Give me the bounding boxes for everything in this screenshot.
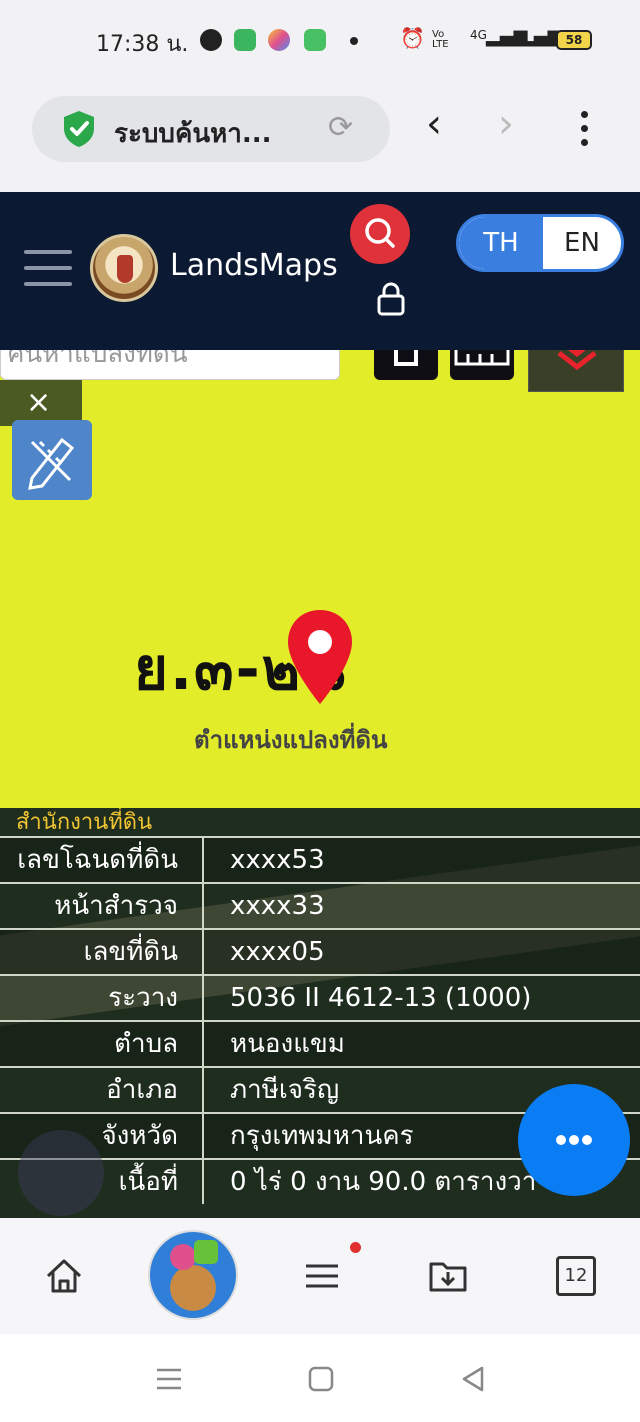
pencil-ruler-icon [28,437,75,490]
info-row-sheet: ระวาง 5036 II 4612-13 (1000) [0,974,640,1020]
downloads-folder-icon[interactable] [428,1256,468,1296]
alarm-icon: ⏰ [400,26,425,50]
ruler-icon [454,350,510,366]
recents-icon[interactable] [154,1364,184,1394]
parcel-caption: ตำแหน่งแปลงที่ดิน [194,726,388,754]
info-value: กรุงเทพมหานคร [230,1121,414,1151]
info-value: 0 ไร่ 0 งาน 90.0 ตารางวา [230,1167,537,1197]
info-label: หน้าสำรวจ [0,884,204,928]
info-label: อำเภอ [0,1068,204,1112]
info-value: xxxx53 [230,845,325,875]
info-row-land-no: เลขที่ดิน xxxx05 [0,928,640,974]
info-row-deed-no: เลขโฉนดที่ดิน xxxx53 [0,836,640,882]
back-button[interactable]: ‹ [426,104,442,144]
address-bar[interactable]: ระบบค้นหา... ⟳ [32,96,390,162]
map-view[interactable]: ค้นหาแปลงที่ดิน × ย.๓-๒๘ ตำแหน่งแปลงที่ด… [0,350,640,810]
tabs-count: 12 [564,1265,588,1286]
search-button[interactable] [350,204,410,264]
info-label: เลขโฉนดที่ดิน [0,838,204,882]
home-icon[interactable] [44,1256,84,1296]
hamburger-menu-icon[interactable] [24,250,72,288]
menu-badge-dot [350,1242,361,1253]
search-icon [365,218,395,248]
draw-tool-button[interactable] [12,420,92,500]
promo-game-avatar[interactable] [148,1230,238,1320]
info-value: หนองแขม [230,1029,345,1059]
lock-icon[interactable] [376,280,406,318]
more-menu-icon[interactable] [570,108,598,148]
parcel-search-input[interactable]: ค้นหาแปลงที่ดิน [0,350,340,380]
info-label: ระวาง [0,976,204,1020]
department-seal-logo [90,234,158,302]
map-tool-button[interactable] [374,350,438,380]
lang-en-button[interactable]: EN [543,217,621,269]
layers-button[interactable] [528,350,624,392]
info-button[interactable] [18,1130,104,1216]
info-label: เลขที่ดิน [0,930,204,974]
reload-icon[interactable]: ⟳ [328,110,353,145]
notification-dot-icon [350,37,358,45]
site-header: LandsMaps TH EN [0,192,640,350]
bottom-toolbar: 12 [0,1218,640,1334]
dot-icon [569,1135,579,1145]
page-title: ระบบค้นหา... [114,119,272,149]
language-toggle[interactable]: TH EN [456,214,624,272]
store-app-icon [304,29,326,51]
tabs-button[interactable]: 12 [556,1256,596,1296]
volte-indicator: Vo LTE [432,29,449,50]
network-type: 4G [470,28,487,42]
info-value: xxxx05 [230,937,325,967]
home-button-icon[interactable] [306,1364,336,1394]
info-row-subdistrict: ตำบล หนองแขม [0,1020,640,1066]
menu-icon[interactable] [302,1256,342,1296]
messages-app-icon [234,29,256,51]
info-row-survey-page: หน้าสำรวจ xxxx33 [0,882,640,928]
browser-toolbar: ระบบค้นหา... ⟳ ‹ › [0,82,640,192]
measure-icon [394,350,418,366]
location-pin-icon [288,610,352,704]
brand-name: LandsMaps [170,248,338,283]
status-time: 17:38 น. [96,32,189,57]
search-placeholder: ค้นหาแปลงที่ดิน [7,350,188,369]
more-actions-button[interactable] [518,1084,630,1196]
info-value: 5036 II 4612-13 (1000) [230,983,532,1013]
info-label: ตำบล [0,1022,204,1066]
forward-button[interactable]: › [498,104,514,144]
shield-check-icon [64,111,94,147]
system-navigation-bar [0,1334,640,1422]
info-value: ภาษีเจริญ [230,1075,340,1105]
layers-icon [557,350,597,371]
dot-icon [582,1135,592,1145]
dot-icon [556,1135,566,1145]
back-triangle-icon[interactable] [458,1364,488,1394]
battery-icon: 58 [556,30,592,50]
line-app-icon [200,29,222,51]
land-office-label: สำนักงานที่ดิน [16,810,153,835]
photos-app-icon [268,29,290,51]
lang-th-button[interactable]: TH [459,217,543,269]
info-value: xxxx33 [230,891,325,921]
status-bar: 17:38 น. ⏰ Vo LTE 4G ▂▄▆ ▂▄▆ 58 [0,0,640,82]
ruler-tool-button[interactable] [450,350,514,380]
